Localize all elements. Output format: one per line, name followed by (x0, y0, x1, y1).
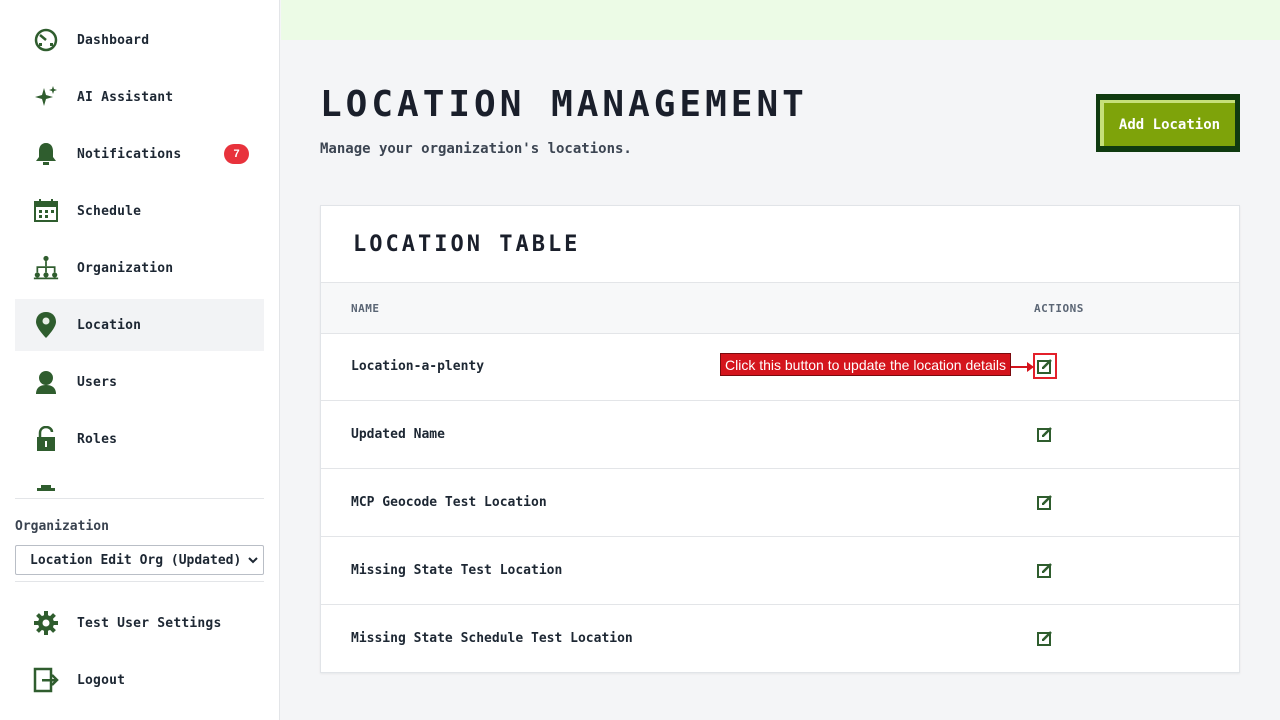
dashboard-icon (33, 27, 59, 53)
organization-select[interactable]: Location Edit Org (Updated) (15, 545, 264, 575)
table-row: Updated Name (321, 401, 1239, 469)
sidebar-nav: Dashboard AI Assistant Notifications 7 S… (15, 14, 264, 494)
chevron-down-icon (247, 554, 259, 570)
sidebar-divider (15, 498, 264, 499)
table-title: LOCATION TABLE (353, 232, 581, 257)
edit-location-button[interactable] (1035, 559, 1055, 581)
edit-icon (1037, 563, 1052, 578)
edit-icon (1037, 631, 1052, 646)
column-header-name: NAME (351, 302, 380, 315)
location-name: MCP Geocode Test Location (351, 495, 547, 510)
sidebar-item-label: Organization (77, 260, 174, 276)
location-name: Missing State Test Location (351, 563, 563, 578)
location-table-card: LOCATION TABLE NAME ACTIONS Location-a-p… (320, 205, 1240, 673)
truncated-icon (33, 483, 59, 494)
sidebar-item-label: Roles (77, 431, 118, 447)
edit-icon (1037, 427, 1052, 442)
sidebar-item-organization[interactable]: Organization (15, 242, 264, 294)
user-icon (33, 369, 59, 395)
edit-icon (1037, 495, 1052, 510)
edit-location-button[interactable] (1033, 353, 1057, 379)
top-banner (281, 0, 1280, 40)
sparkle-icon (33, 84, 59, 110)
sidebar-item-dashboard[interactable]: Dashboard (15, 14, 264, 66)
logout-label: Logout (77, 672, 126, 688)
sidebar: Dashboard AI Assistant Notifications 7 S… (0, 0, 280, 720)
column-header-actions: ACTIONS (1034, 302, 1084, 315)
location-name: Missing State Schedule Test Location (351, 631, 633, 646)
notification-count-badge: 7 (224, 144, 249, 164)
sidebar-divider (15, 581, 264, 582)
sidebar-item-notifications[interactable]: Notifications 7 (15, 128, 264, 180)
bell-icon (33, 141, 59, 167)
org-chart-icon (33, 255, 59, 281)
page-subtitle: Manage your organization's locations. (320, 141, 632, 157)
organization-select-value: Location Edit Org (Updated) (30, 552, 242, 568)
gear-icon (33, 610, 59, 636)
sidebar-item-schedule[interactable]: Schedule (15, 185, 264, 237)
edit-location-button[interactable] (1035, 491, 1055, 513)
instruction-callout: Click this button to update the location… (720, 353, 1011, 376)
sidebar-item-location[interactable]: Location (15, 299, 264, 351)
sidebar-item-label: AI Assistant (77, 89, 174, 105)
add-location-button-label: Add Location (1100, 100, 1235, 146)
sidebar-item-label: Location (77, 317, 142, 333)
add-location-button[interactable]: Add Location (1096, 94, 1240, 152)
sidebar-item-roles[interactable]: Roles (15, 413, 264, 465)
logout-icon (33, 667, 59, 693)
sidebar-item-ai-assistant[interactable]: AI Assistant (15, 71, 264, 123)
sidebar-item-logout[interactable]: Logout (15, 654, 264, 706)
edit-location-button[interactable] (1035, 423, 1055, 445)
settings-label: Test User Settings (77, 615, 222, 631)
table-row: Missing State Schedule Test Location (321, 605, 1239, 673)
sidebar-item-label: Notifications (77, 146, 182, 162)
calendar-icon (33, 198, 59, 224)
edit-icon (1037, 359, 1052, 374)
organization-label: Organization (15, 519, 109, 534)
edit-location-button[interactable] (1035, 627, 1055, 649)
sidebar-item-label: Dashboard (77, 32, 150, 48)
location-name: Location-a-plenty (351, 359, 485, 374)
sidebar-item-label: Users (77, 374, 118, 390)
table-header: NAME ACTIONS (321, 282, 1239, 334)
table-row: Missing State Test Location (321, 537, 1239, 605)
callout-arrow-head (1027, 362, 1034, 372)
sidebar-item-label: Schedule (77, 203, 142, 219)
sidebar-item-settings[interactable]: Test User Settings (15, 597, 264, 649)
location-name: Updated Name (351, 427, 445, 442)
sidebar-item-users[interactable]: Users (15, 356, 264, 408)
sidebar-item-more[interactable] (15, 470, 264, 494)
map-pin-icon (33, 312, 59, 338)
table-row: MCP Geocode Test Location (321, 469, 1239, 537)
page-title: LOCATION MANAGEMENT (320, 84, 808, 125)
lock-icon (33, 426, 59, 452)
